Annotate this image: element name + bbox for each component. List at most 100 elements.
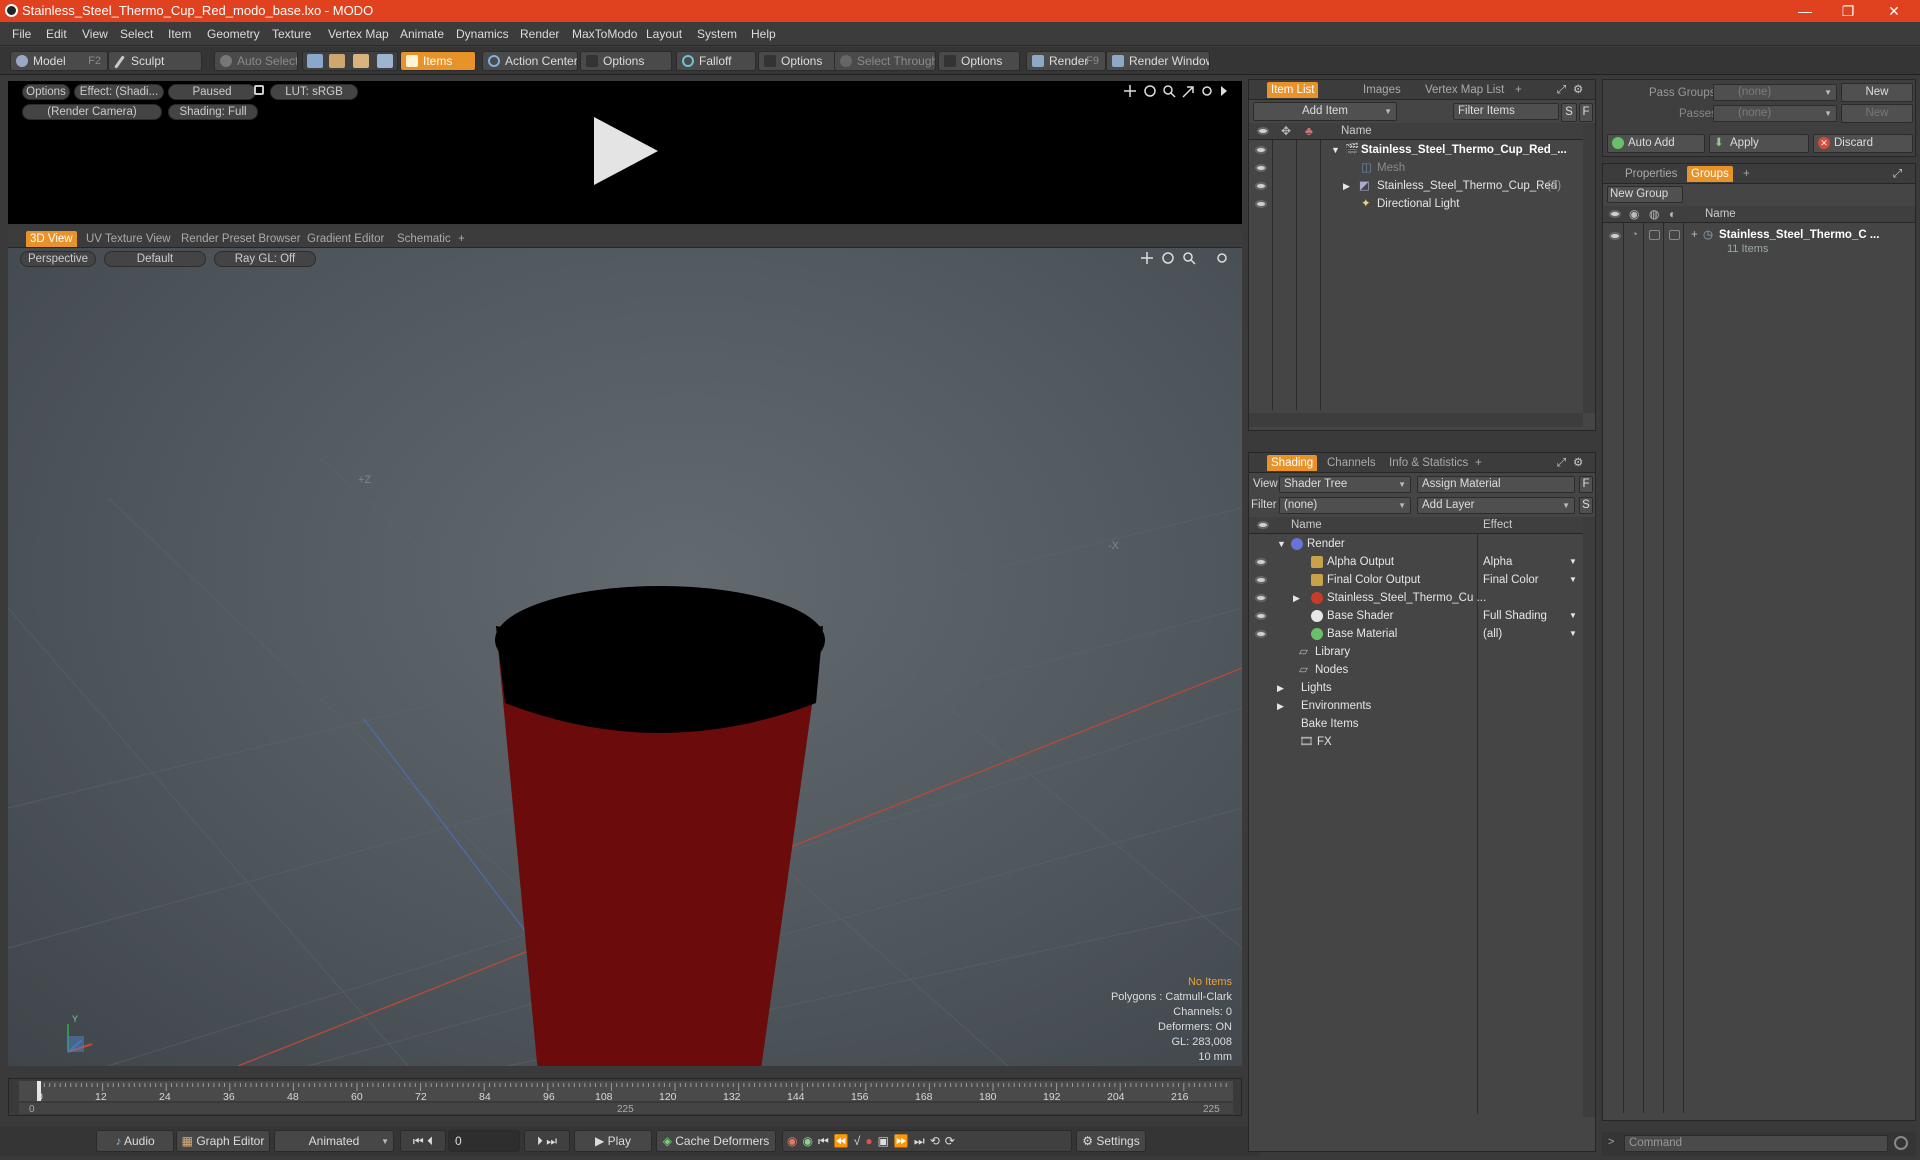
menu-maxtomodo[interactable]: MaxToModo	[572, 27, 637, 41]
tab-shading[interactable]: Shading	[1267, 455, 1318, 471]
menu-texture[interactable]: Texture	[272, 27, 311, 41]
assign-material-button[interactable]: Assign Material	[1417, 476, 1575, 493]
view-dropdown[interactable]: Shader Tree ▼	[1279, 476, 1411, 493]
edges-mode-icon[interactable]	[329, 54, 345, 68]
render-nav-icons[interactable]	[1123, 83, 1233, 99]
collapsed-triangle-icon[interactable]: ▶	[1277, 679, 1284, 697]
expand-triangle-icon[interactable]: ▼	[1277, 535, 1286, 553]
key-filter-icon[interactable]: ▣	[878, 1134, 894, 1148]
expand-triangle-icon[interactable]: ▼	[1331, 141, 1340, 159]
shader-row-library[interactable]: ▱ Library	[1249, 643, 1595, 661]
falloff-options-button[interactable]: Options	[758, 51, 840, 71]
shader-row-final-color[interactable]: Final Color Output Final Color ▼	[1249, 571, 1595, 589]
command-input[interactable]: Command	[1624, 1135, 1888, 1152]
shading-scrollbar[interactable]	[1583, 517, 1595, 1117]
add-layer-dropdown[interactable]: Add Layer ▼	[1417, 497, 1575, 514]
shader-effect[interactable]: (all)	[1483, 625, 1502, 643]
tab-uv-texture-view[interactable]: UV Texture View	[82, 231, 175, 247]
range-start[interactable]: 0	[29, 1104, 35, 1115]
auto-select-button[interactable]: Auto Select	[214, 51, 298, 71]
new-pass-group-button[interactable]: New	[1841, 83, 1913, 102]
play-icon[interactable]	[592, 115, 662, 187]
auto-key-icon[interactable]: √	[854, 1134, 866, 1148]
maximize-panel-icon[interactable]: ⤢	[1553, 82, 1570, 98]
prev-key-icon[interactable]: ⏪	[834, 1134, 854, 1148]
tab-groups[interactable]: Groups	[1687, 166, 1733, 182]
animated-dropdown[interactable]: Animated ▼	[274, 1130, 394, 1152]
collapsed-triangle-icon[interactable]: ▶	[1343, 177, 1350, 195]
item-row-mesh[interactable]: ◫ Mesh	[1249, 159, 1595, 177]
shader-row-base-material[interactable]: Base Material (all) ▼	[1249, 625, 1595, 643]
polygons-mode-icon[interactable]	[353, 54, 369, 68]
key-all-icon[interactable]: ◉	[802, 1134, 817, 1148]
key-icon[interactable]: ◉	[787, 1134, 802, 1148]
tab-render-preset-browser[interactable]: Render Preset Browser	[177, 231, 305, 247]
timeline[interactable]: 0 12 24 36 48 60 72 84 96 108 120 132 14…	[8, 1078, 1242, 1116]
record-icon[interactable]: ●	[865, 1134, 877, 1148]
loop-icon[interactable]: ⟲	[930, 1134, 945, 1148]
maximize-button[interactable]: ❐	[1828, 0, 1868, 22]
tab-gradient-editor[interactable]: Gradient Editor	[303, 231, 388, 247]
lut-dropdown[interactable]: LUT: sRGB	[270, 84, 358, 100]
render-options-button[interactable]: Options	[22, 84, 70, 100]
apply-button[interactable]: ⬇ Apply	[1709, 134, 1809, 153]
shader-row-lights[interactable]: ▶ Lights	[1249, 679, 1595, 697]
add-tab-button[interactable]: +	[1511, 82, 1526, 98]
menu-dynamics[interactable]: Dynamics	[456, 27, 509, 41]
render-toggle-icon[interactable]: ◔	[1631, 226, 1638, 244]
gear-icon[interactable]: ⚙	[1569, 82, 1587, 98]
eye-icon[interactable]	[1255, 594, 1267, 602]
graph-editor-button[interactable]: ▦ Graph Editor	[176, 1130, 270, 1152]
collapsed-triangle-icon[interactable]: ▶	[1293, 589, 1300, 607]
tab-schematic[interactable]: Schematic	[393, 231, 455, 247]
filter-dropdown[interactable]: (none) ▼	[1279, 497, 1411, 514]
cache-deformers-button[interactable]: ◈ Cache Deformers	[656, 1130, 776, 1152]
tab-item-list[interactable]: Item List	[1267, 82, 1319, 98]
minimize-button[interactable]: —	[1785, 0, 1825, 22]
menu-system[interactable]: System	[697, 27, 737, 41]
menu-edit[interactable]: Edit	[46, 27, 67, 41]
add-tab-button[interactable]: +	[1471, 455, 1486, 471]
select-through-button[interactable]: Select Through	[834, 51, 936, 71]
tab-3d-view[interactable]: 3D View	[26, 231, 77, 247]
audio-button[interactable]: ♪ Audio	[96, 1130, 174, 1152]
command-history-icon[interactable]	[1894, 1136, 1908, 1150]
eye-icon[interactable]	[1255, 182, 1267, 190]
settings-button[interactable]: ⚙ Settings	[1076, 1130, 1146, 1152]
action-center-button[interactable]: Action Center	[482, 51, 578, 71]
chevron-down-icon[interactable]: ▼	[1569, 571, 1577, 589]
action-center-options-button[interactable]: Options	[580, 51, 672, 71]
menu-select[interactable]: Select	[120, 27, 153, 41]
first-key-icon[interactable]: ⏮	[818, 1134, 834, 1148]
lock-icon[interactable]	[254, 85, 264, 95]
shader-effect[interactable]: Final Color	[1483, 571, 1539, 589]
eye-icon[interactable]	[1255, 576, 1267, 584]
gear-icon[interactable]: ⚙	[1569, 455, 1587, 471]
paused-button[interactable]: Paused	[168, 84, 256, 100]
discard-button[interactable]: ✕ Discard	[1813, 134, 1913, 153]
shader-row-fx[interactable]: 🎞 FX	[1249, 733, 1595, 751]
materials-mode-icon[interactable]	[377, 54, 393, 68]
tab-info-statistics[interactable]: Info & Statistics	[1385, 455, 1472, 471]
new-pass-button[interactable]: New	[1841, 104, 1913, 123]
eye-icon[interactable]	[1255, 612, 1267, 620]
tab-images[interactable]: Images	[1359, 82, 1405, 98]
eye-icon[interactable]	[1255, 200, 1267, 208]
model-mode-button[interactable]: Model F2	[10, 51, 108, 71]
filter-items-input[interactable]: Filter Items	[1453, 103, 1559, 120]
pass-groups-dropdown[interactable]: (none) ▼	[1713, 84, 1837, 101]
shading-dropdown[interactable]: Shading: Full	[168, 104, 258, 120]
add-tab-button[interactable]: +	[454, 231, 469, 247]
render-preview[interactable]: Options Effect: (Shadi... Paused LUT: sR…	[8, 81, 1242, 224]
perspective-dropdown[interactable]: Perspective	[20, 251, 96, 267]
go-to-end-icon[interactable]: ⏭	[546, 1134, 557, 1148]
frame-input[interactable]: 0	[448, 1130, 520, 1152]
shader-row-base-shader[interactable]: Base Shader Full Shading ▼	[1249, 607, 1595, 625]
shader-effect[interactable]: Alpha	[1483, 553, 1512, 571]
eye-icon[interactable]	[1609, 232, 1621, 240]
select-toggle-icon[interactable]	[1669, 230, 1680, 240]
shader-row-material-group[interactable]: ▶ Stainless_Steel_Thermo_Cu ...	[1249, 589, 1595, 607]
shader-row-nodes[interactable]: ▱ Nodes	[1249, 661, 1595, 679]
render-button[interactable]: Render F9	[1026, 51, 1106, 71]
go-to-start-icon[interactable]: ⏮	[413, 1134, 424, 1148]
